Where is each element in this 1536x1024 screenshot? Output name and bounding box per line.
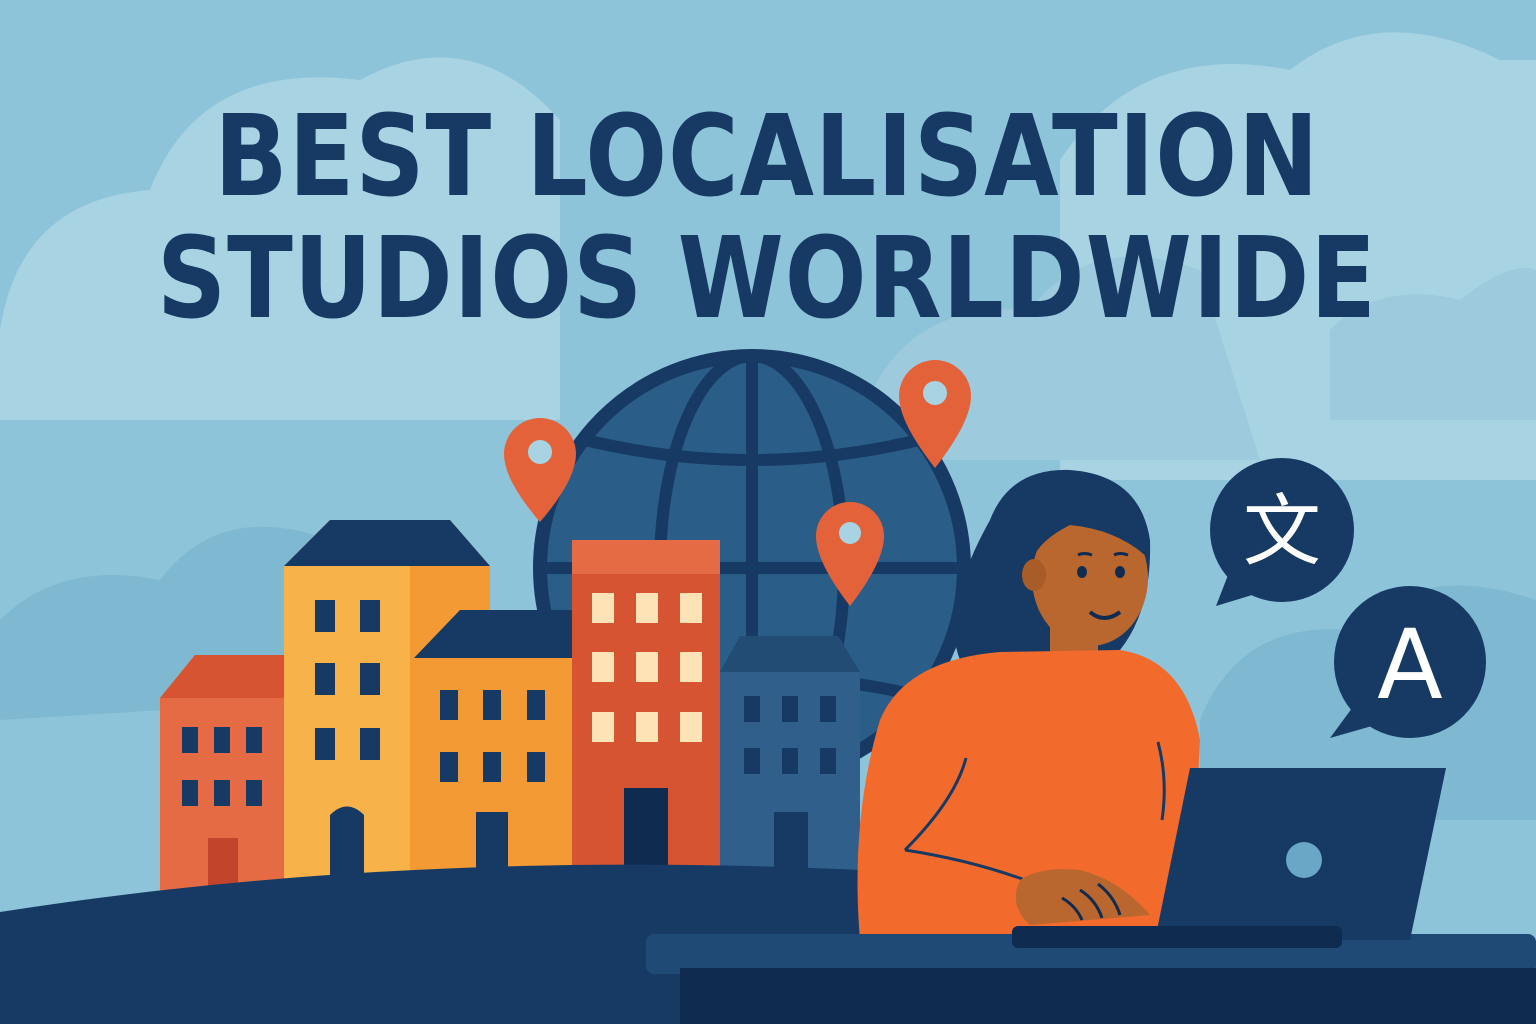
- bubble-glyph-latin: A: [1377, 609, 1443, 721]
- illustration-canvas: 文 A BEST LOCALISATION STUDIOS WORLDWIDE: [0, 0, 1536, 1024]
- bubble-glyph-chinese: 文: [1243, 487, 1321, 577]
- title-line-2: STUDIOS WORLDWIDE: [156, 214, 1377, 344]
- page-title: BEST LOCALISATION STUDIOS WORLDWIDE: [106, 96, 1427, 340]
- desk-front: [680, 968, 1536, 1024]
- title-line-1: BEST LOCALISATION: [214, 92, 1320, 222]
